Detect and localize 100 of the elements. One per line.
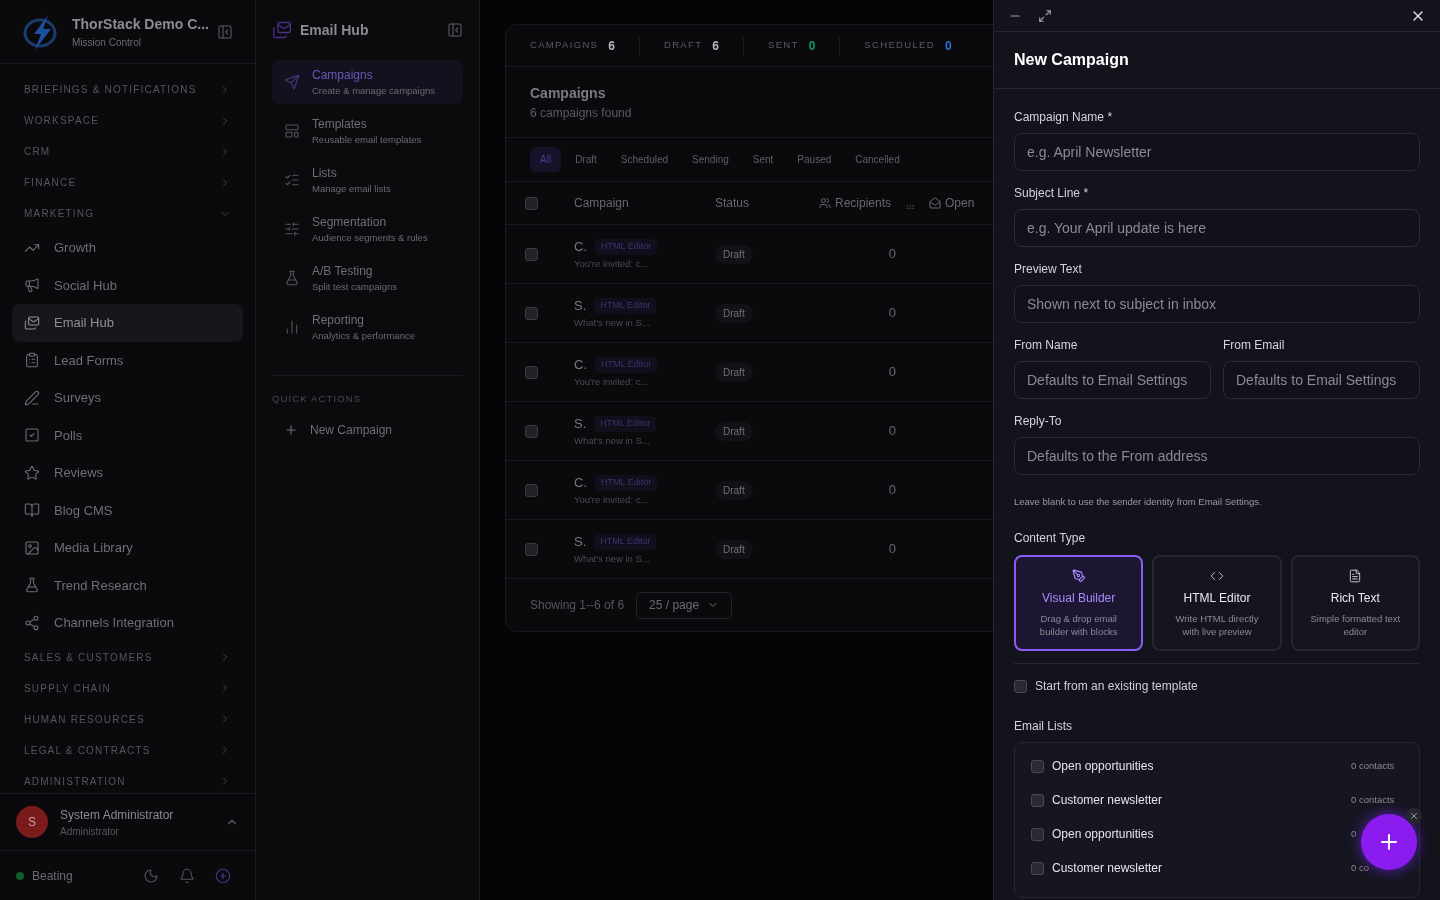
hub-menu-item[interactable]: A/B Testing Split test campaigns — [272, 256, 463, 300]
flask-icon — [284, 270, 300, 286]
panel-title: Email Hub — [300, 20, 370, 40]
content-type-option[interactable]: Rich Text Simple formatted text editor — [1290, 555, 1420, 652]
filter-tab[interactable]: Draft — [565, 147, 607, 172]
nav-item[interactable]: Growth — [12, 229, 243, 267]
nav-item[interactable]: Channels Integration — [12, 604, 243, 642]
campaign-name[interactable]: S. — [574, 296, 587, 316]
list-name: Open opportunities — [1052, 826, 1155, 844]
content-type-option[interactable]: Visual Builder Drag & drop email builder with blocks — [1014, 555, 1144, 652]
field-label: Campaign Name * — [1014, 109, 1114, 126]
row-checkbox[interactable] — [525, 542, 538, 556]
nav-section-header[interactable]: MARKETING — [12, 198, 243, 229]
filter-tab[interactable]: Cancelled — [845, 147, 910, 172]
nav-section-header[interactable]: FINANCE — [12, 167, 243, 198]
nav-section-header[interactable]: BRIEFINGS & NOTIFICATIONS — [12, 74, 243, 105]
list-checkbox[interactable] — [1031, 827, 1044, 841]
add-icon[interactable] — [215, 867, 231, 884]
nav-item[interactable]: Blog CMS — [12, 491, 243, 529]
nav-section-header[interactable]: ADMINISTRATION — [12, 765, 243, 793]
layout-icon — [284, 123, 300, 139]
nav-item[interactable]: Media Library — [12, 529, 243, 567]
recipients-count: 0 — [888, 363, 896, 382]
page-size-select[interactable]: 25 / page — [636, 591, 733, 619]
text-field[interactable]: Defaults to Email Settings — [1014, 361, 1211, 399]
stat-label: DRAFT — [663, 38, 703, 53]
editor-tag: HTML Editor — [594, 298, 657, 314]
list-name: Customer newsletter — [1052, 792, 1164, 810]
filter-tab[interactable]: Sending — [682, 147, 739, 172]
collapse-panel-icon[interactable] — [447, 22, 463, 38]
text-field[interactable]: Shown next to subject in inbox — [1014, 285, 1420, 323]
clipboard-icon — [24, 352, 40, 369]
template-checkbox[interactable]: Start from an existing template — [994, 677, 1440, 696]
content-type-option[interactable]: HTML Editor Write HTML directly with live preview — [1152, 555, 1282, 652]
quick-action[interactable]: New Campaign — [272, 418, 463, 443]
list-checkbox[interactable] — [1031, 759, 1044, 773]
row-checkbox[interactable] — [525, 483, 538, 497]
row-checkbox[interactable] — [525, 424, 538, 438]
campaign-name[interactable]: C. — [574, 237, 587, 257]
status-badge: Draft — [715, 421, 753, 441]
column-header: Recipients — [819, 194, 892, 212]
hub-menu-item[interactable]: Reporting Analytics & performance — [272, 305, 463, 349]
pagination-summary: Showing 1--6 of 6 — [530, 597, 625, 614]
stat-label: SCHEDULED — [864, 38, 935, 53]
campaign-name[interactable]: C. — [574, 355, 587, 375]
filter-tab[interactable]: Scheduled — [610, 147, 679, 172]
text-field[interactable]: e.g. Your April update is here — [1014, 209, 1420, 247]
nav-item[interactable]: Social Hub — [12, 266, 243, 304]
text-field[interactable]: Defaults to the From address — [1014, 437, 1420, 475]
notifications-icon[interactable] — [179, 867, 195, 884]
card-subtitle: 6 campaigns found — [530, 104, 633, 122]
column-header: Status — [715, 195, 751, 212]
nav-section-header[interactable]: WORKSPACE — [12, 105, 243, 136]
row-checkbox[interactable] — [525, 306, 538, 320]
hub-menu-item[interactable]: Templates Reusable email templates — [272, 109, 463, 153]
nav-section-header[interactable]: SALES & CUSTOMERS — [12, 641, 243, 673]
share-icon — [24, 614, 40, 631]
campaign-name[interactable]: C. — [574, 473, 587, 493]
hub-menu-item[interactable]: Segmentation Audience segments & rules — [272, 207, 463, 251]
pen-tool-icon — [1071, 569, 1086, 584]
nav-item[interactable]: Trend Research — [12, 566, 243, 604]
plus-icon — [284, 423, 298, 438]
dismiss-button[interactable] — [1406, 808, 1422, 824]
campaign-name[interactable]: S. — [574, 532, 587, 552]
nav-item[interactable]: Email Hub — [12, 304, 243, 342]
row-checkbox[interactable] — [525, 247, 538, 261]
collapse-sidebar-icon[interactable] — [217, 23, 233, 40]
list-checkbox[interactable] — [1031, 793, 1044, 807]
nav-item[interactable]: Polls — [12, 416, 243, 454]
expand-icon[interactable] — [1038, 8, 1052, 23]
row-checkbox[interactable] — [525, 365, 538, 379]
mail-icon — [24, 314, 40, 331]
nav-item[interactable]: Reviews — [12, 454, 243, 492]
card-title: Campaigns — [530, 83, 607, 103]
campaign-preview: You're invited: c... — [574, 256, 650, 271]
field-label: From Name — [1014, 337, 1079, 354]
list-checkbox[interactable] — [1031, 861, 1044, 875]
theme-toggle-icon[interactable] — [143, 867, 159, 884]
nav-section-header[interactable]: CRM — [12, 136, 243, 167]
recipients-count: 0 — [888, 245, 896, 264]
mail-icon — [272, 20, 292, 40]
text-field[interactable]: Defaults to Email Settings — [1223, 361, 1420, 399]
user-avatar[interactable]: S — [16, 806, 48, 838]
nav-item[interactable]: Surveys — [12, 379, 243, 417]
nav-section-header[interactable]: HUMAN RESOURCES — [12, 703, 243, 735]
hub-menu-item[interactable]: Campaigns Create & manage campaigns — [272, 60, 463, 104]
campaign-name[interactable]: S. — [574, 414, 587, 434]
select-all-checkbox[interactable] — [525, 196, 538, 210]
filter-tab[interactable]: Paused — [787, 147, 842, 172]
filter-tab[interactable]: Sent — [742, 147, 784, 172]
checkbox[interactable] — [1014, 679, 1027, 693]
recipients-count: 0 — [888, 540, 896, 559]
nav-section-header[interactable]: LEGAL & CONTRACTS — [12, 734, 243, 766]
text-field[interactable]: e.g. April Newsletter — [1014, 133, 1420, 171]
nav-section-header[interactable]: SUPPLY CHAIN — [12, 672, 243, 704]
resize-handle-icon[interactable] — [905, 202, 916, 212]
nav-item[interactable]: Lead Forms — [12, 341, 243, 379]
hub-menu-item[interactable]: Lists Manage email lists — [272, 158, 463, 202]
campaign-preview: You're invited: c... — [574, 374, 650, 389]
checkbox-icon — [24, 427, 40, 444]
